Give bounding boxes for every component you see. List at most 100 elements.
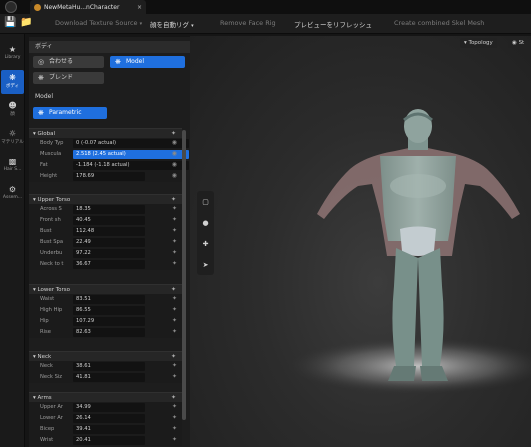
- model-heading: Model: [35, 93, 54, 100]
- param-field[interactable]: 20.41: [73, 436, 145, 445]
- person-icon[interactable]: ◉: [172, 139, 177, 146]
- param-row: Height 178.69 ◉: [40, 172, 177, 181]
- pin-icon[interactable]: ✦: [172, 227, 177, 234]
- viewport[interactable]: ▾ Topology ◉ St ▢ ● ✚ ➤: [190, 36, 531, 447]
- mode-button-blend[interactable]: ❋ ブレンド: [33, 72, 104, 84]
- param-row: Bust 112.48 ✦: [40, 227, 177, 236]
- toolbar: 💾 📁 Download Texture Source ▾ 顔を自動リグ ▾ R…: [0, 14, 531, 34]
- document-tab-title: NewMetaHu...nCharacter: [44, 3, 120, 11]
- param-row: High Hip 86.55 ✦: [40, 306, 177, 315]
- group-header-neck[interactable]: ▾ Neck ✦: [29, 351, 182, 361]
- param-row: Neck to t 36.67 ✦: [40, 260, 177, 269]
- rail-item-material[interactable]: ☼ マテリアル: [1, 126, 24, 150]
- rail-item-face[interactable]: ☻ 顔: [1, 98, 24, 122]
- folder-icon[interactable]: 📁: [20, 17, 32, 29]
- param-row: Waist 83.51 ✦: [40, 295, 177, 304]
- pin-icon[interactable]: ✦: [172, 362, 177, 369]
- move-icon[interactable]: ✚: [200, 239, 211, 250]
- param-row: Bicep 39.41 ✦: [40, 425, 177, 434]
- title-bar: NewMetaHu...nCharacter ×: [0, 0, 531, 14]
- param-row: Across S 18.35 ✦: [40, 205, 177, 214]
- group-global: ▾ Global ✦ Body Typ 0 (-0.07 actual) ◉ Musc…: [29, 128, 189, 182]
- group-lower-torso: ▾ Lower Torso ✦ Waist 83.51 ✦ High Hip 86.55…: [29, 284, 182, 338]
- pin-icon[interactable]: ✦: [172, 260, 177, 267]
- pin-icon[interactable]: ✦: [172, 403, 177, 410]
- param-field[interactable]: 18.35: [73, 205, 145, 214]
- auto-rig-face-button[interactable]: 顔を自動リグ ▾: [150, 19, 194, 29]
- param-field[interactable]: 39.41: [73, 425, 145, 434]
- param-field[interactable]: 97.22: [73, 249, 145, 258]
- group-header-arms[interactable]: ▾ Arms ✦: [29, 392, 182, 402]
- body-icon: ❋: [38, 74, 44, 82]
- param-field[interactable]: 178.69: [73, 172, 145, 181]
- param-row: Wrist 20.41 ✦: [40, 436, 177, 445]
- pin-icon[interactable]: ✦: [172, 216, 177, 223]
- pin-icon[interactable]: ✦: [172, 425, 177, 432]
- left-icon-rail: ★ Library ❋ ボディ ☻ 顔 ☼ マテリアル ▩ Hair S... ⚙ Asse…: [0, 34, 25, 447]
- section-header-body: ボディ: [29, 41, 190, 53]
- param-field[interactable]: 107.29: [73, 317, 145, 326]
- param-field[interactable]: 34.99: [73, 403, 145, 412]
- param-field[interactable]: 41.81: [73, 373, 145, 382]
- cube-icon[interactable]: ▢: [200, 197, 211, 208]
- pin-icon[interactable]: ✦: [172, 249, 177, 256]
- param-field[interactable]: 22.49: [73, 238, 145, 247]
- param-field[interactable]: 26.14: [73, 414, 145, 423]
- group-header-upper-torso[interactable]: ▾ Upper Torso ✦: [29, 194, 182, 204]
- group-header-global[interactable]: ▾ Global ✦: [29, 128, 182, 138]
- param-row: Neck Siz 41.81 ✦: [40, 373, 177, 382]
- mode-button-fit[interactable]: ◎ 合わせる: [33, 56, 104, 68]
- app-logo: [5, 1, 17, 13]
- param-field[interactable]: 40.45: [73, 216, 145, 225]
- person-icon[interactable]: ◉: [172, 172, 177, 179]
- refresh-preview-button[interactable]: プレビューをリフレッシュ: [294, 19, 372, 29]
- asset-icon: [34, 3, 41, 11]
- person-icon[interactable]: ◉: [172, 150, 177, 157]
- group-arms: ▾ Arms ✦ Upper Ar 34.99 ✦ Lower Ar 26.14 ✦ Bi…: [29, 392, 182, 446]
- group-header-lower-torso[interactable]: ▾ Lower Torso ✦: [29, 284, 182, 294]
- person-icon[interactable]: ◉: [172, 161, 177, 168]
- remove-face-rig-button[interactable]: Remove Face Rig: [220, 19, 276, 27]
- param-field[interactable]: 82.63: [73, 328, 145, 337]
- character-preview: [288, 109, 531, 394]
- rail-item-hair[interactable]: ▩ Hair S...: [1, 154, 24, 178]
- shirt-icon: ▩: [8, 157, 17, 166]
- rail-item-assembly[interactable]: ⚙ Assem...: [1, 182, 24, 206]
- save-icon[interactable]: 💾: [4, 17, 16, 29]
- body-icon: ❋: [9, 73, 16, 82]
- material-icon: ☼: [8, 129, 17, 138]
- rail-item-library[interactable]: ★ Library: [1, 42, 24, 66]
- param-row: Lower Ar 26.14 ✦: [40, 414, 177, 423]
- param-row: Body Typ 0 (-0.07 actual) ◉: [29, 138, 189, 149]
- close-icon[interactable]: ×: [137, 4, 142, 11]
- pointer-icon[interactable]: ➤: [200, 260, 211, 271]
- group-upper-torso: ▾ Upper Torso ✦ Across S 18.35 ✦ Front sh 40…: [29, 194, 182, 270]
- document-tab[interactable]: NewMetaHu...nCharacter ×: [30, 0, 146, 14]
- param-row: Front sh 40.45 ✦: [40, 216, 177, 225]
- parametric-button[interactable]: ❋ Parametric: [33, 107, 107, 119]
- head-icon: ☻: [8, 101, 17, 110]
- param-field[interactable]: 38.61: [73, 362, 145, 371]
- create-combined-skel-mesh-button[interactable]: Create combined Skel Mesh: [394, 19, 484, 27]
- pin-icon[interactable]: ✦: [172, 317, 177, 324]
- rail-item-body[interactable]: ❋ ボディ: [1, 70, 24, 94]
- pin-icon[interactable]: ✦: [172, 414, 177, 421]
- pin-icon[interactable]: ✦: [172, 205, 177, 212]
- param-field[interactable]: 83.51: [73, 295, 145, 304]
- panel-scrollbar[interactable]: [182, 130, 186, 420]
- pin-icon[interactable]: ✦: [172, 306, 177, 313]
- pin-icon[interactable]: ✦: [172, 436, 177, 443]
- download-texture-source-button[interactable]: Download Texture Source ▾: [55, 19, 142, 27]
- pin-icon[interactable]: ✦: [172, 328, 177, 335]
- mode-button-model[interactable]: ❋ Model: [110, 56, 185, 68]
- param-field[interactable]: 112.48: [73, 227, 145, 236]
- pin-icon[interactable]: ✦: [172, 373, 177, 380]
- fit-icon: ◎: [38, 58, 45, 66]
- star-icon: ★: [8, 45, 17, 54]
- head-icon[interactable]: ●: [200, 218, 211, 229]
- pin-icon[interactable]: ✦: [172, 295, 177, 302]
- param-row: Muscula 2.518 (2.45 actual) ◉: [29, 149, 189, 160]
- param-field[interactable]: 36.67: [73, 260, 145, 269]
- pin-icon[interactable]: ✦: [172, 238, 177, 245]
- param-field[interactable]: 86.55: [73, 306, 145, 315]
